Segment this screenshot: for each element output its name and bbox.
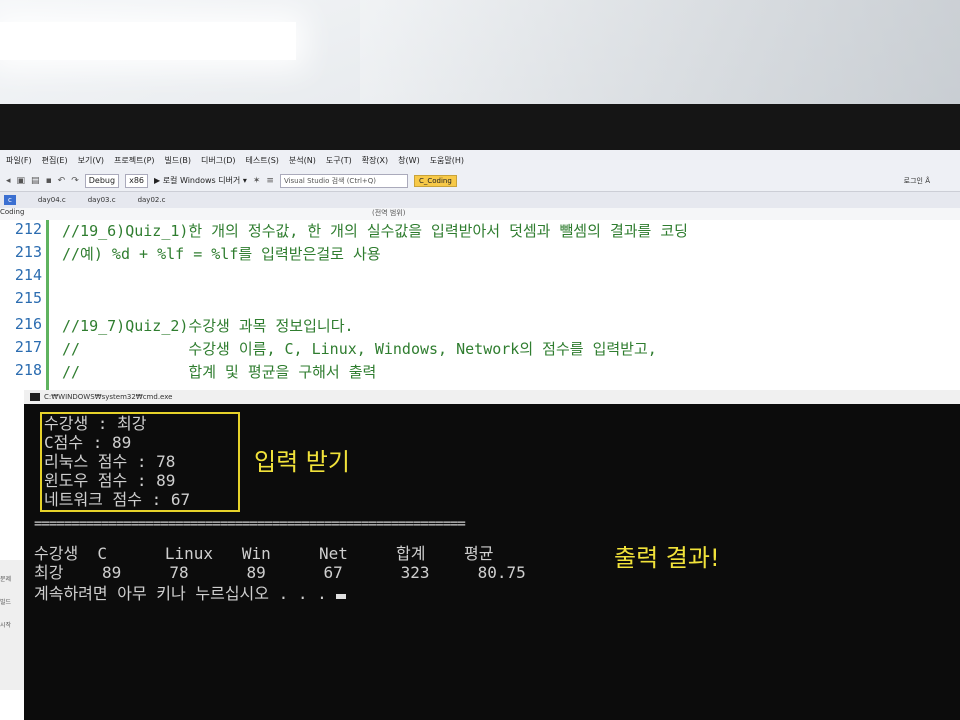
project-badge: C_Coding (413, 174, 457, 187)
menu-help[interactable]: 도움말(H) (430, 155, 464, 166)
tab-active[interactable]: c (4, 195, 16, 205)
code-text: //19_6)Quiz_1)한 개의 정수값, 한 개의 실수값을 입력받아서 … (62, 222, 688, 240)
menu-view[interactable]: 보기(V) (78, 155, 104, 166)
cmd-icon (30, 393, 40, 401)
code-line: 215 (0, 289, 960, 313)
code-line: 213 //예) %d + %lf = %lf를 입력받은걸로 사용 (0, 243, 960, 267)
code-line: 216 //19_7)Quiz_2)수강생 과목 정보입니다. (0, 315, 960, 339)
menu-edit[interactable]: 편집(E) (42, 155, 68, 166)
menu-test[interactable]: 테스트(S) (246, 155, 279, 166)
code-text: //19_7)Quiz_2)수강생 과목 정보입니다. (62, 317, 354, 335)
menu-build[interactable]: 빌드(B) (165, 155, 191, 166)
tool-icon[interactable]: ✶ (253, 176, 261, 186)
tab-day02[interactable]: day02.c (138, 196, 166, 204)
menu-debug[interactable]: 디버그(D) (201, 155, 235, 166)
tab-day04[interactable]: day04.c (38, 196, 66, 204)
document-tabs: c day04.c day03.c day02.c (0, 192, 960, 208)
line-number: 215 (14, 289, 42, 307)
tab-day03[interactable]: day03.c (88, 196, 116, 204)
toolbar: ◂ ▣ ▤ ▪ ↶ ↷ Debug x86 ▶ 로컬 Windows 디버거 ▾… (0, 170, 960, 192)
menu-bar: 파일(F) 편집(E) 보기(V) 프로젝트(P) 빌드(B) 디버그(D) 테… (0, 150, 960, 170)
code-line: 218 // 합계 및 평균을 구해서 출력 (0, 361, 960, 385)
format-icon[interactable]: ≡ (266, 176, 274, 186)
config-select[interactable]: Debug (84, 173, 120, 188)
scope-dropdown[interactable]: (전역 범위) (372, 208, 405, 218)
console-divider: ========================================… (34, 516, 466, 532)
platform-select[interactable]: x86 (125, 173, 148, 188)
run-debugger-button[interactable]: ▶ 로컬 Windows 디버거 ▾ (154, 175, 247, 186)
console-prompt-line: 계속하려면 아무 키나 누르십시오 . . . (34, 580, 347, 604)
panel-tab[interactable]: 빌드 (0, 597, 26, 606)
line-number: 212 (14, 220, 42, 238)
menu-tools[interactable]: 도구(T) (326, 155, 352, 166)
cursor (336, 594, 347, 599)
new-project-icon[interactable]: ▣ (17, 176, 26, 186)
line-number: 216 (14, 315, 42, 333)
menu-file[interactable]: 파일(F) (6, 155, 32, 166)
console-input-line: 네트워크 점수 : 67 (44, 490, 191, 509)
console-title: C:₩WINDOWS₩system32₩cmd.exe (44, 393, 173, 401)
menu-analyze[interactable]: 분석(N) (289, 155, 316, 166)
menu-project[interactable]: 프로젝트(P) (114, 155, 155, 166)
code-line: 217 // 수강생 이름, C, Linux, Windows, Networ… (0, 338, 960, 362)
menu-window[interactable]: 창(W) (398, 155, 420, 166)
console-titlebar[interactable]: C:₩WINDOWS₩system32₩cmd.exe (24, 390, 960, 404)
code-line: 214 (0, 266, 960, 290)
code-text: // 합계 및 평균을 구해서 출력 (62, 363, 377, 381)
input-annotation: 입력 받기 (254, 448, 350, 476)
line-number: 217 (14, 338, 42, 356)
save-icon[interactable]: ▪ (46, 176, 52, 186)
code-text: // 수강생 이름, C, Linux, Windows, Network의 점… (62, 340, 657, 358)
line-number: 213 (14, 243, 42, 261)
console-prompt: 계속하려면 아무 키나 누르십시오 . . . (34, 584, 337, 603)
undo-icon[interactable]: ↶ (58, 176, 66, 186)
code-line: 212 //19_6)Quiz_1)한 개의 정수값, 한 개의 실수값을 입력… (0, 220, 960, 244)
back-icon[interactable]: ◂ (6, 176, 11, 186)
wall-shade (360, 0, 960, 120)
panel-tab[interactable]: 문제 (0, 574, 26, 583)
console-window[interactable]: C:₩WINDOWS₩system32₩cmd.exe 수강생 : 최강 C점수… (24, 390, 960, 720)
redo-icon[interactable]: ↷ (71, 176, 79, 186)
vs-search-input[interactable]: Visual Studio 검색 (Ctrl+Q) (279, 173, 408, 188)
code-text: //예) %d + %lf = %lf를 입력받은걸로 사용 (62, 245, 381, 263)
panel-tab[interactable]: 시작 (0, 620, 26, 629)
open-icon[interactable]: ▤ (31, 176, 40, 186)
project-dropdown[interactable]: Coding (0, 208, 24, 216)
line-number: 214 (14, 266, 42, 284)
login-link[interactable]: 로그인 Å (904, 176, 930, 186)
ceiling-light (0, 22, 296, 60)
line-number: 218 (14, 361, 42, 379)
output-panel-tabs: 문제 빌드 시작 (0, 560, 26, 690)
output-annotation: 출력 결과! (614, 544, 720, 572)
menu-extensions[interactable]: 확장(X) (362, 155, 388, 166)
